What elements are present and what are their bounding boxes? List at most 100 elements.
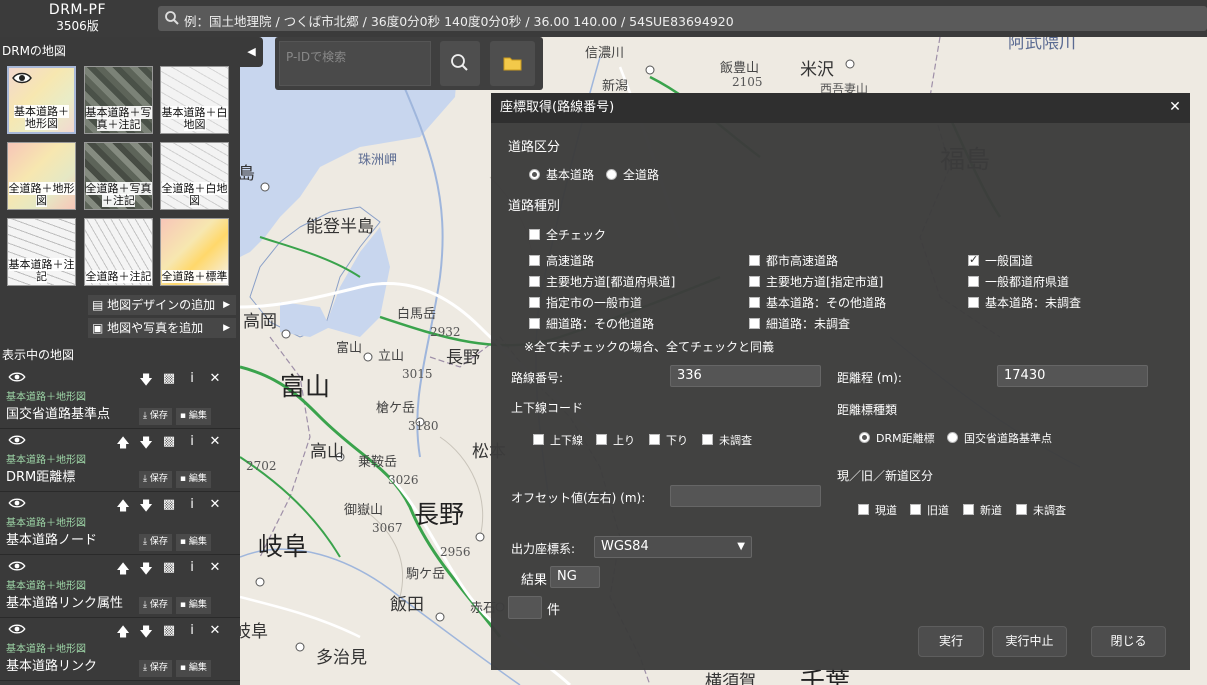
road-type-checkbox[interactable]: 主要地方道[指定市道] (749, 273, 883, 290)
close-icon[interactable]: ✕ (1168, 100, 1182, 114)
checkbox-icon (529, 229, 540, 240)
road-class-all-radio[interactable]: 全道路 (606, 166, 659, 183)
info-icon[interactable]: ⅰ (185, 434, 199, 456)
arrow-down-icon[interactable]: 🡇 (139, 560, 153, 582)
opacity-icon[interactable]: ▩ (162, 371, 176, 393)
map-thumb-all-photo[interactable]: 全道路＋写真＋注記 (84, 142, 153, 210)
map-label-takayama: 高山 (310, 442, 344, 462)
layer-item[interactable]: 🡅 🡇 ▩ ⅰ ✕ 基本道路＋地形図 基本道路リンク属性 ⤓ 保存 ▪ 編集 (0, 556, 240, 618)
opacity-icon[interactable]: ▩ (162, 434, 176, 456)
road-class-basic-radio[interactable]: 基本道路 (529, 166, 594, 183)
map-thumb-basic-photo[interactable]: 基本道路＋写真＋注記 (84, 66, 153, 134)
road-type-checkbox[interactable]: 主要地方道[都道府県道] (529, 273, 675, 290)
road-type-checkbox[interactable]: 細道路：その他道路 (529, 315, 654, 332)
arrow-down-icon[interactable]: 🡇 (139, 371, 153, 393)
save-button[interactable]: ⤓ 保存 (139, 660, 172, 677)
output-crs-select[interactable]: WGS84 ▼ (594, 536, 752, 558)
close-button[interactable]: 閉じる (1091, 626, 1166, 657)
route-no-input[interactable]: 336 (670, 365, 821, 387)
edit-button[interactable]: ▪ 編集 (175, 408, 211, 425)
offset-input[interactable] (670, 485, 821, 507)
layer-item[interactable]: 🡇 ▩ ⅰ ✕ 基本道路＋地形図 国交省道路基準点 ⤓ 保存 ▪ 編集 (0, 367, 240, 429)
arrow-up-icon[interactable]: 🡅 (116, 623, 130, 645)
brand[interactable]: DRM-PF 3506版 (0, 0, 155, 37)
arrow-down-icon[interactable]: 🡇 (139, 434, 153, 456)
info-icon[interactable]: ⅰ (185, 560, 199, 582)
road-type-checkbox[interactable]: 細道路：未調査 (749, 315, 850, 332)
check-all-checkbox[interactable]: 全チェック (529, 226, 606, 243)
open-folder-button[interactable] (490, 41, 535, 86)
map-thumb-basic-annot[interactable]: 基本道路＋注記 (7, 218, 76, 286)
marker-drm-radio[interactable]: DRM距離標 (859, 430, 935, 446)
checkbox-icon (749, 318, 760, 329)
layer-item[interactable]: 🡅 🡇 ▩ ⅰ ✕ 基本道路＋地形図 DRM距離標 ⤓ 保存 ▪ 編集 (0, 430, 240, 492)
opacity-icon[interactable]: ▩ (162, 497, 176, 519)
add-map-design-button[interactable]: ▤ 地図デザインの追加 ▶ (88, 295, 236, 315)
eye-icon[interactable] (8, 623, 26, 638)
close-icon[interactable]: ✕ (208, 497, 222, 519)
edit-button[interactable]: ▪ 編集 (175, 534, 211, 551)
road-type-checkbox[interactable]: 基本道路：その他道路 (749, 294, 886, 311)
close-icon[interactable]: ✕ (208, 560, 222, 582)
map-thumb-all-annot[interactable]: 全道路＋注記 (84, 218, 153, 286)
edit-button[interactable]: ▪ 編集 (175, 597, 211, 614)
road-type-checkbox[interactable]: 基本道路：未調査 (968, 294, 1081, 311)
road-state-checkbox[interactable]: 旧道 (910, 502, 949, 518)
arrow-up-icon[interactable]: 🡅 (116, 434, 130, 456)
close-icon[interactable]: ✕ (208, 434, 222, 456)
radio-icon (859, 432, 870, 443)
info-icon[interactable]: ⅰ (185, 497, 199, 519)
edit-button[interactable]: ▪ 編集 (175, 660, 211, 677)
opacity-icon[interactable]: ▩ (162, 623, 176, 645)
road-type-checkbox[interactable]: 一般国道 (968, 252, 1033, 269)
stop-button[interactable]: 実行中止 (992, 626, 1067, 657)
marker-mlit-radio[interactable]: 国交省道路基準点 (947, 430, 1052, 446)
sidebar-collapse-button[interactable]: ◀ (240, 37, 263, 67)
arrow-up-icon[interactable]: 🡅 (116, 497, 130, 519)
distance-input[interactable]: 17430 (997, 365, 1148, 387)
map-thumb-all-topo[interactable]: 全道路＋地形図 (7, 142, 76, 210)
updown-checkbox[interactable]: 未調査 (702, 432, 752, 448)
close-icon[interactable]: ✕ (208, 623, 222, 645)
run-button[interactable]: 実行 (918, 626, 984, 657)
eye-icon[interactable] (8, 434, 26, 449)
info-icon[interactable]: ⅰ (185, 371, 199, 393)
updown-checkbox[interactable]: 上下線 (533, 432, 583, 448)
pid-search-input[interactable]: P-IDで検索 (279, 41, 431, 86)
opacity-icon[interactable]: ▩ (162, 560, 176, 582)
eye-icon[interactable] (8, 560, 26, 575)
eye-icon[interactable] (8, 371, 26, 386)
info-icon[interactable]: ⅰ (185, 623, 199, 645)
save-button[interactable]: ⤓ 保存 (139, 597, 172, 614)
edit-button[interactable]: ▪ 編集 (175, 471, 211, 488)
updown-checkbox[interactable]: 上り (596, 432, 635, 448)
map-thumb-label: 全道路＋白地図 (161, 182, 228, 207)
layer-base: 基本道路＋地形図 (6, 644, 86, 655)
updown-checkbox[interactable]: 下り (649, 432, 688, 448)
close-icon[interactable]: ✕ (208, 371, 222, 393)
road-state-checkbox[interactable]: 現道 (858, 502, 897, 518)
road-type-checkbox[interactable]: 都市高速道路 (749, 252, 838, 269)
arrow-down-icon[interactable]: 🡇 (139, 623, 153, 645)
arrow-down-icon[interactable]: 🡇 (139, 497, 153, 519)
arrow-up-icon[interactable]: 🡅 (116, 560, 130, 582)
road-state-checkbox[interactable]: 新道 (963, 502, 1002, 518)
layer-item[interactable]: 🡅 🡇 ▩ ⅰ ✕ 基本道路＋地形図 基本道路リンク ⤓ 保存 ▪ 編集 (0, 619, 240, 681)
map-thumb-basic-topo[interactable]: 基本道路＋地形図 (7, 66, 76, 134)
save-button[interactable]: ⤓ 保存 (139, 471, 172, 488)
road-type-checkbox[interactable]: 指定市の一般市道 (529, 294, 642, 311)
map-thumb-all-standard[interactable]: 全道路＋標準 (160, 218, 229, 286)
road-type-checkbox[interactable]: 一般都道府県道 (968, 273, 1069, 290)
map-thumb-all-white[interactable]: 全道路＋白地図 (160, 142, 229, 210)
save-button[interactable]: ⤓ 保存 (139, 408, 172, 425)
map-thumb-basic-white[interactable]: 基本道路＋白地図 (160, 66, 229, 134)
road-state-checkbox[interactable]: 未調査 (1016, 502, 1066, 518)
dialog-title-bar[interactable]: 座標取得(路線番号) (491, 93, 1190, 123)
eye-icon[interactable] (8, 497, 26, 512)
pid-search-button[interactable] (440, 41, 480, 86)
add-map-photo-button[interactable]: ▣ 地図や写真を追加 ▶ (88, 318, 236, 338)
search-input[interactable]: 例：国土地理院 / つくば市北郷 / 36度0分0秒 140度0分0秒 / 36… (158, 6, 1207, 31)
road-type-checkbox[interactable]: 高速道路 (529, 252, 594, 269)
layer-item[interactable]: 🡅 🡇 ▩ ⅰ ✕ 基本道路＋地形図 基本道路ノード ⤓ 保存 ▪ 編集 (0, 493, 240, 555)
save-button[interactable]: ⤓ 保存 (139, 534, 172, 551)
